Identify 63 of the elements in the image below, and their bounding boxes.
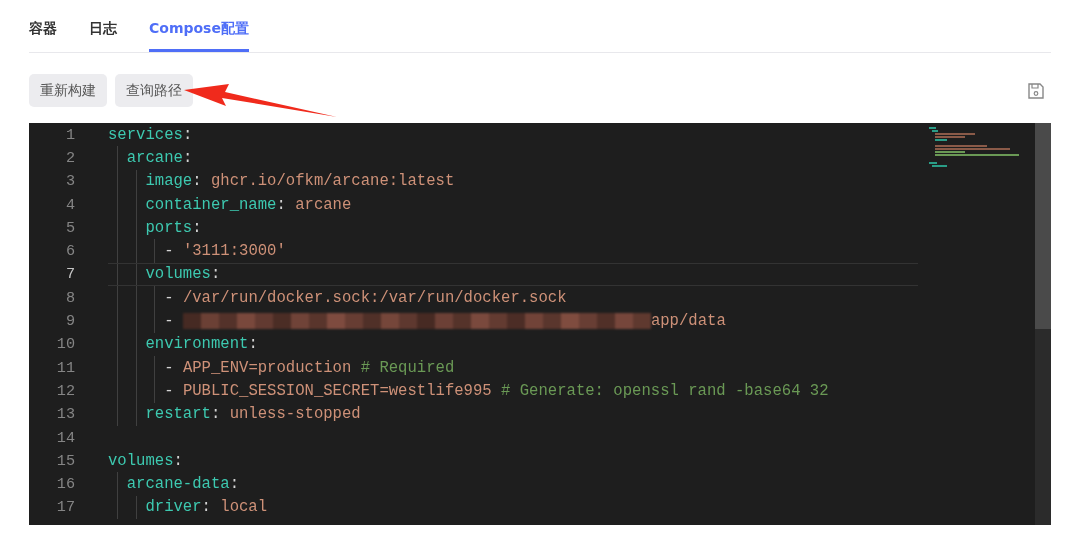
code-token: : [210,265,221,284]
line-number: 17 [55,498,75,517]
line-number: 10 [55,335,75,354]
code-token: : [248,335,258,354]
tab[interactable]: Compose配置 [149,18,249,52]
line-number: 3 [64,172,75,191]
line-number: 1 [64,125,75,144]
code-token: restart [144,405,211,424]
line-number: 12 [55,381,75,400]
line-number: 15 [55,451,75,470]
code-token: unless-stopped [229,405,361,424]
code-token: arcane [295,195,352,214]
code-token: PUBLIC_SESSION_SECRET=westlife995 [182,381,492,400]
line-number: 6 [64,242,75,261]
tab[interactable]: 日志 [89,18,117,52]
code-token: volumes [108,451,174,470]
save-icon[interactable] [1027,81,1045,100]
code-token: # Generate: openssl rand -base64 32 [500,381,829,400]
line-number: 8 [64,288,75,307]
line-number: 14 [55,428,75,447]
line-number: 13 [55,405,75,424]
line-number: 5 [64,218,75,237]
code-token: : [192,218,202,237]
line-number: 2 [64,148,75,167]
line-number: 11 [55,358,75,377]
code-token: : [201,498,212,517]
code-token: # Required [359,358,455,377]
code-token: : [276,195,287,214]
code-token: : [182,148,193,167]
code-token: image [144,172,193,191]
toolbar-button[interactable]: 查询路径 [115,74,193,107]
code-token: driver [144,498,202,517]
code-token: environment [144,335,249,354]
toolbar-button[interactable]: 重新构建 [29,74,107,107]
line-number: 7 [64,265,75,284]
line-number: 16 [55,475,75,494]
code-token: arcane [125,148,183,167]
code-token: '3111:3000' [182,242,286,261]
code-token: : [210,405,222,424]
code-token: container_name [144,195,277,214]
code-token: - [163,358,175,377]
code-token: - [163,242,175,261]
code-token: - [163,381,175,400]
code-token: services [108,125,183,144]
code-token: app/data [650,312,726,330]
code-token: ports [144,218,193,237]
code-token: : [229,475,239,494]
code-editor[interactable] [29,123,1051,525]
code-token: arcane-data [125,475,230,494]
line-number: 9 [64,312,75,330]
tab[interactable]: 容器 [29,18,57,52]
code-token: local [220,498,268,517]
code-token: /var/run/docker.sock:/var/run/docker.sock [182,288,567,307]
scrollbar[interactable] [1035,123,1051,525]
code-token: ghcr.io/ofkm/arcane:latest [210,172,455,191]
line-number: 4 [64,195,75,214]
code-token: - [163,312,175,330]
code-token: - [163,288,175,307]
code-token: : [182,125,193,144]
code-token: APP_ENV=production [182,358,352,377]
code-token: : [173,451,183,470]
code-token: : [192,172,203,191]
code-token: volumes [144,265,211,284]
